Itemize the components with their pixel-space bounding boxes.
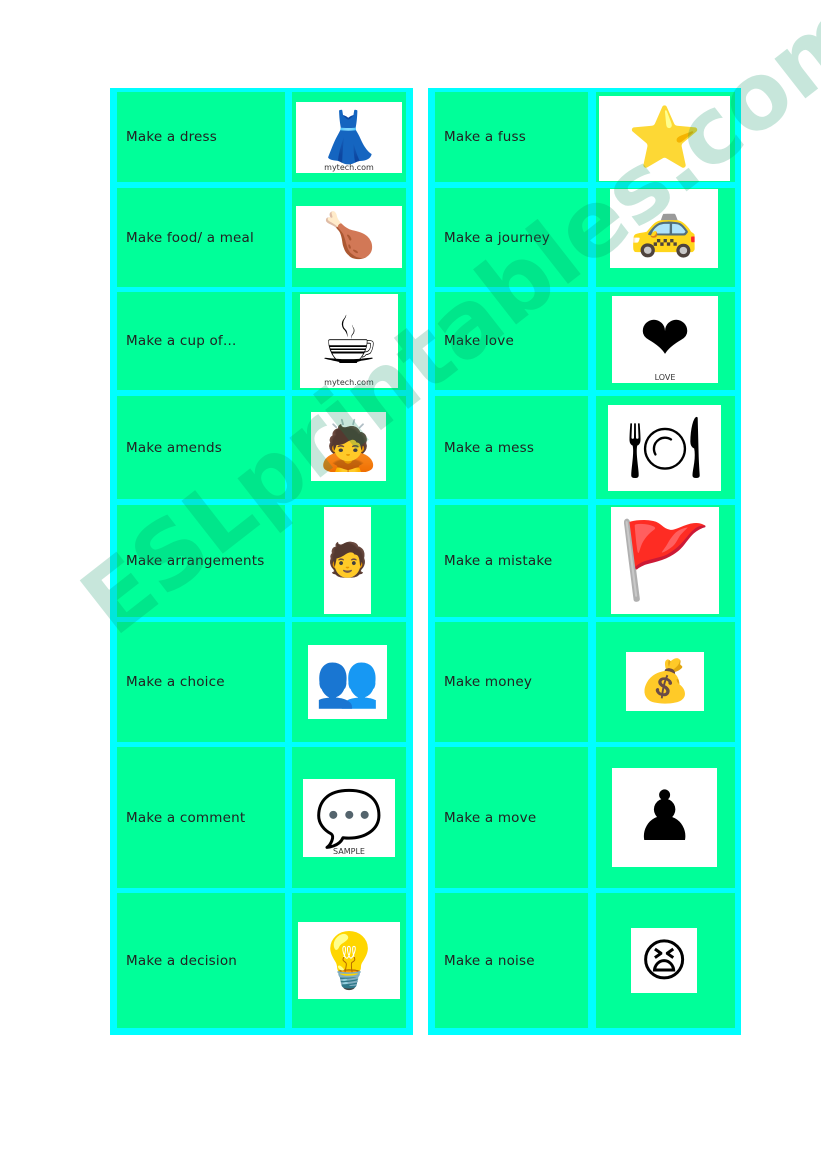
phrase-text: Make a mistake [444, 553, 553, 569]
phrase-text: Make food/ a meal [126, 229, 254, 246]
people-at-table-icon: 👥 [308, 645, 387, 719]
phrase-text: Make a journey [444, 229, 550, 246]
roast-chicken-icon: 🍗 [296, 206, 402, 268]
picture-glyph: 💬 [315, 785, 383, 850]
phrase-text: Make a choice [126, 674, 225, 690]
phrase-text: Make love [444, 333, 514, 349]
picture-glyph: ☕ [319, 302, 379, 380]
phrase-text: Make amends [126, 439, 222, 456]
phrase-text: Make a move [444, 809, 537, 826]
picture-glyph: 👥 [315, 651, 380, 712]
lightbulb-icon: 💡 [298, 922, 400, 999]
picture-glyph: 🍗 [321, 211, 377, 262]
love-heart-icon: ❤ LOVE [612, 296, 718, 383]
picture-glyph: ♟ [633, 776, 696, 857]
picture-glyph: 👗 [318, 107, 380, 166]
picture-caption: LOVE [654, 373, 676, 382]
speech-bubble-icon: 💬 SAMPLE [303, 779, 395, 857]
dress-icon: 👗 mytech.com [296, 102, 402, 173]
phrase-text: Make arrangements [126, 553, 265, 569]
phrase-text: Make money [444, 674, 533, 690]
phrase-text: Make a cup of… [126, 333, 237, 349]
picture-glyph: 🧑 [327, 540, 368, 580]
picture-glyph: 😫 [640, 933, 688, 987]
angry-star-icon: ⭐ [599, 96, 730, 181]
phrase-text: Make a dress [126, 129, 218, 145]
picture-glyph: ⭐ [627, 103, 702, 173]
messy-kitchen-icon: 🍽 [608, 405, 721, 491]
shouting-face-icon: 😫 [631, 928, 697, 993]
money-bag-icon: 💰 [626, 652, 704, 711]
phrase-text: Make a comment [126, 809, 246, 826]
picture-caption: mytech.com [324, 163, 374, 172]
phrase-text: Make a decision [126, 952, 238, 969]
teacup-icon: ☕ mytech.com [300, 294, 398, 388]
phrase-text: Make a noise [444, 952, 535, 969]
car-icon: 🚕 [610, 189, 718, 268]
semaphore-flags-icon: 🚩 [611, 507, 719, 614]
picture-glyph: 🍽 [626, 412, 703, 483]
picture-glyph: 🚩 [618, 516, 712, 605]
picture-glyph: ❤ [639, 303, 691, 375]
picture-glyph: 💰 [639, 656, 691, 705]
picture-glyph: 🙇 [318, 418, 379, 475]
apologizing-figure-icon: 🙇 [311, 412, 386, 481]
phrase-text: Make a fuss [444, 129, 526, 145]
picture-caption: mytech.com [324, 378, 374, 387]
picture-glyph: 💡 [315, 928, 383, 992]
picture-glyph: 🚕 [629, 195, 699, 260]
picture-caption: SAMPLE [333, 847, 365, 856]
thinking-man-icon: 🧑 [324, 507, 371, 614]
chess-players-icon: ♟ [612, 768, 717, 867]
phrase-text: Make a mess [444, 439, 535, 456]
